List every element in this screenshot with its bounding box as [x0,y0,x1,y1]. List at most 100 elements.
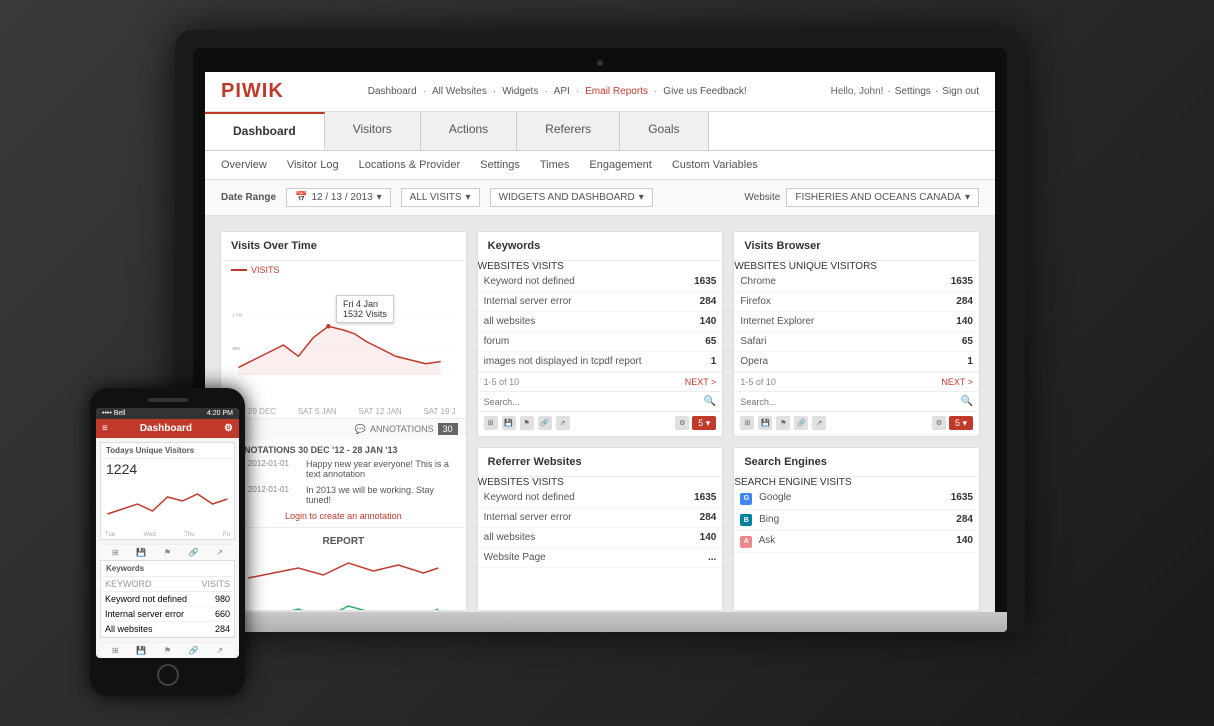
subtab-overview[interactable]: Overview [221,157,267,173]
subtab-settings[interactable]: Settings [480,157,520,173]
keywords-row-2: all websites 140 [478,312,723,332]
phone-speaker [148,398,188,402]
main-tabs: Dashboard Visitors Actions Referers Goal… [205,112,995,151]
nav-api[interactable]: API [554,86,570,97]
screen-bezel: PIWIK Dashboard· All Websites· Widgets· … [193,48,1007,612]
phone-home-button[interactable] [157,664,179,686]
phone-icon-9[interactable]: 🔗 [189,646,199,655]
ref-row-0: Keyword not defined 1635 [478,488,723,508]
phone-icon-1[interactable]: ⊞ [112,548,119,557]
phone-signal: •••• Bell [102,410,125,417]
vb-label-1: Firefox [740,296,956,307]
annotation-icon: 💬 [355,424,366,435]
tooltip-date: Fri 4 Jan [343,299,387,309]
chart-legend-line [231,269,247,271]
phone-title: Dashboard [140,423,192,434]
vb-icon-link[interactable]: 🔗 [794,416,808,430]
ref-label-3: Website Page [484,552,708,563]
settings-btn[interactable]: ⚙ [675,416,689,430]
keywords-next[interactable]: NEXT > [685,377,717,387]
vb-search-input[interactable] [740,397,960,407]
subtab-visitor-log[interactable]: Visitor Log [287,157,339,173]
vb-value-3: 65 [962,336,973,347]
keywords-search-icon: 🔍 [704,396,716,407]
phone-keywords-widget: Keywords KEYWORD VISITS Keyword not defi… [100,560,235,638]
vb-row-4: Opera 1 [734,352,979,372]
phone-menu-icon[interactable]: ≡ [102,423,108,434]
vb-icon-flag[interactable]: ⚑ [776,416,790,430]
vb-icon-export[interactable]: ⊞ [740,416,754,430]
icon-flag[interactable]: ⚑ [520,416,534,430]
se-col1: SEARCH ENGINE [734,477,817,488]
subtab-locations[interactable]: Locations & Provider [359,157,461,173]
x-label-4: SAT 19 J [423,407,455,416]
icon-export[interactable]: ⊞ [484,416,498,430]
dashboard-select[interactable]: WIDGETS AND DASHBOARD ▾ [490,188,653,207]
phone-icon-4[interactable]: 🔗 [189,548,199,557]
phone-icon-2[interactable]: 💾 [136,548,146,557]
subtab-custom-variables[interactable]: Custom Variables [672,157,758,173]
phone-icon-3[interactable]: ⚑ [164,548,171,557]
top-nav-links: Dashboard· All Websites· Widgets· API· E… [368,86,747,97]
vb-col1: WEBSITES [734,261,786,272]
google-icon: G [740,493,752,505]
keywords-col-header: WEBSITES VISITS [478,261,723,272]
icon-link[interactable]: 🔗 [538,416,552,430]
nav-dashboard[interactable]: Dashboard [368,86,417,97]
vb-label-2: Internet Explorer [740,316,956,327]
vb-settings-btn[interactable]: ⚙ [932,416,946,430]
nav-all-websites[interactable]: All Websites [432,86,487,97]
tab-dashboard[interactable]: Dashboard [205,112,325,150]
phone-settings-icon[interactable]: ⚙ [224,423,233,434]
page-num[interactable]: 5 ▾ [692,416,716,430]
vb-next[interactable]: NEXT > [941,377,973,387]
se-label-1: B Bing [740,514,956,527]
keywords-search-input[interactable] [484,397,704,407]
signout-link[interactable]: Sign out [942,86,979,97]
subtab-engagement[interactable]: Engagement [589,157,651,173]
top-nav: PIWIK Dashboard· All Websites· Widgets· … [205,72,995,112]
visits-browser-title: Visits Browser [744,240,820,252]
phone-action-bar-2: ⊞ 💾 ⚑ 🔗 ↗ [100,642,235,658]
search-engines-header: Search Engines [734,448,979,477]
vb-page-num[interactable]: 5 ▾ [949,416,973,430]
vb-value-4: 1 [967,356,973,367]
tab-goals[interactable]: Goals [620,112,708,150]
phone-icon-10[interactable]: ↗ [216,646,223,655]
segment-select[interactable]: ALL VISITS ▾ [401,188,480,207]
annotation-login-link[interactable]: Login to create an annotation [231,511,456,521]
date-select[interactable]: 📅 12 / 13 / 2013 ▾ [286,188,391,207]
webcam [597,60,603,66]
tab-actions[interactable]: Actions [421,112,517,150]
ref-row-3: Website Page ... [478,548,723,568]
kw-label-1: Internal server error [484,296,700,307]
phone-kw-value-0: 980 [215,594,230,604]
nav-feedback[interactable]: Give us Feedback! [663,86,746,97]
keywords-col2: VISITS [532,261,564,272]
tab-referers[interactable]: Referers [517,112,620,150]
phone-icon-5[interactable]: ↗ [216,548,223,557]
phone-icon-8[interactable]: ⚑ [164,646,171,655]
website-dropdown[interactable]: FISHERIES AND OCEANS CANADA ▾ [786,188,979,207]
ref-value-1: 284 [700,512,717,523]
search-engines-title: Search Engines [744,456,827,468]
subtab-times[interactable]: Times [540,157,570,173]
keywords-widget: Keywords WEBSITES VISITS Keyword not def… [477,231,724,437]
keywords-row-1: Internal server error 284 [478,292,723,312]
nav-widgets[interactable]: Widgets [502,86,538,97]
ref-col2: VISITS [532,477,564,488]
keywords-action-icons: ⊞ 💾 ⚑ 🔗 ↗ ⚙ 5 ▾ [478,411,723,434]
phone-icon-7[interactable]: 💾 [136,646,146,655]
icon-save[interactable]: 💾 [502,416,516,430]
settings-link[interactable]: Settings [895,86,931,97]
icon-share[interactable]: ↗ [556,416,570,430]
tab-visitors[interactable]: Visitors [325,112,421,150]
referrer-title: Referrer Websites [488,456,582,468]
vb-icon-share[interactable]: ↗ [812,416,826,430]
nav-email-reports[interactable]: Email Reports [585,86,648,97]
phone-icon-6[interactable]: ⊞ [112,646,119,655]
keywords-title: Keywords [488,240,541,252]
vb-icon-save[interactable]: 💾 [758,416,772,430]
annotations-bar: ↗ ⊞ 💬 ANNOTATIONS 30 [221,418,466,439]
vb-row-2: Internet Explorer 140 [734,312,979,332]
